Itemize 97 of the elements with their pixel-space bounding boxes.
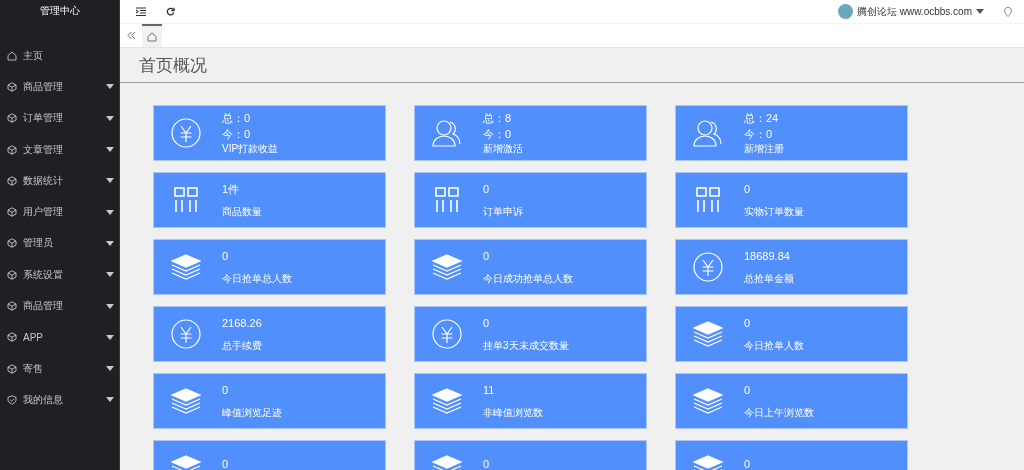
stat-value: 今：0 — [222, 127, 252, 142]
stat-label: 今日抢单人数 — [744, 339, 804, 353]
caret-icon — [106, 397, 114, 403]
yen-icon — [171, 319, 201, 349]
cube-icon — [7, 332, 17, 343]
stat-value: 0 — [744, 316, 752, 331]
stat-label: VIP打款收益 — [222, 142, 279, 156]
caret-icon — [106, 147, 114, 153]
shield-check-icon — [7, 394, 17, 405]
stat-value: 0 — [222, 383, 230, 398]
stat-value: 总：24 — [744, 111, 780, 126]
stat-label: 今日上午浏览数 — [744, 406, 814, 420]
grid-icon — [173, 187, 199, 213]
layers-icon — [693, 321, 723, 347]
stat-label: 新增注册 — [744, 142, 784, 156]
home-tab[interactable] — [142, 24, 162, 47]
stat-label: 挂单3天未成交数量 — [483, 339, 569, 353]
stat-label: 峰值浏览足迹 — [222, 406, 282, 420]
stat-value: 0 — [483, 316, 491, 331]
double-chevron-left-icon[interactable] — [126, 31, 136, 40]
home-icon — [7, 50, 17, 61]
stat-value: 0 — [744, 182, 752, 197]
stat-value: 1件 — [222, 182, 241, 197]
sidebar-item[interactable]: 我的信息 — [0, 384, 119, 416]
caret-icon — [106, 272, 114, 278]
cube-icon — [7, 363, 17, 374]
sidebar-item[interactable]: 用户管理 — [0, 196, 119, 228]
caret-icon — [106, 84, 114, 90]
stat-value: 0 — [744, 383, 752, 398]
cube-icon — [7, 81, 17, 92]
pin-icon[interactable] — [1004, 6, 1012, 17]
sidebar-item[interactable]: 商品管理 — [0, 290, 119, 322]
sidebar-title: 管理中心 — [38, 4, 81, 18]
stat-value: 0 — [222, 249, 230, 264]
layers-icon — [432, 254, 462, 280]
caret-icon — [106, 209, 114, 215]
stat-label: 订单申诉 — [483, 205, 523, 219]
sidebar-item[interactable]: 商品管理 — [0, 71, 119, 103]
layers-icon — [432, 388, 462, 414]
stat-value: 0 — [483, 249, 491, 264]
grid-icon — [434, 187, 460, 213]
stat-value: 0 — [483, 457, 490, 470]
users-icon — [693, 119, 723, 147]
cube-icon — [7, 207, 17, 218]
cube-icon — [7, 269, 17, 280]
avatar-icon[interactable] — [837, 4, 853, 19]
caret-icon — [976, 9, 984, 14]
stat-value: 总：8 — [483, 111, 513, 126]
stat-label: 商品数量 — [222, 205, 262, 219]
sidebar-item[interactable]: APP — [0, 321, 119, 353]
stat-label: 总抢单金额 — [744, 272, 794, 286]
sidebar-item[interactable]: 订单管理 — [0, 102, 119, 134]
yen-icon — [432, 319, 462, 349]
caret-icon — [106, 240, 114, 246]
page-title: 首页概况 — [120, 48, 1024, 83]
stat-label: 实物订单数量 — [744, 205, 804, 219]
caret-icon — [106, 334, 114, 340]
stat-value: 总：0 — [222, 111, 252, 126]
sidebar-item[interactable]: 系统设置 — [0, 259, 119, 291]
sidebar-item[interactable]: 管理员 — [0, 227, 119, 260]
sidebar-item[interactable]: 文章管理 — [0, 133, 119, 166]
cube-icon — [7, 238, 17, 249]
layers-icon — [693, 388, 723, 414]
menu-fold-icon[interactable] — [136, 7, 146, 16]
caret-icon — [106, 303, 114, 309]
sidebar-item[interactable]: 数据统计 — [0, 165, 119, 197]
layers-icon — [171, 388, 201, 414]
stat-value: 今：0 — [483, 127, 513, 142]
stat-value: 0 — [222, 457, 229, 470]
home-icon — [147, 31, 157, 42]
stat-value: 18689.84 — [744, 249, 791, 264]
grid-icon — [695, 187, 721, 213]
stat-label: 非峰值浏览数 — [483, 406, 543, 420]
sidebar-item[interactable]: 寄售 — [0, 352, 119, 385]
stat-label: 今日成功抢单总人数 — [483, 272, 573, 286]
cube-icon — [7, 301, 17, 311]
caret-icon — [106, 115, 114, 121]
stat-value: 11 — [483, 383, 496, 398]
caret-icon — [106, 178, 114, 184]
refresh-icon[interactable] — [166, 7, 175, 16]
caret-icon — [106, 366, 114, 372]
stat-label: 新增激活 — [483, 142, 523, 156]
yen-icon — [693, 252, 723, 282]
stat-value: 2168.26 — [222, 316, 262, 331]
cube-icon — [7, 144, 17, 155]
stat-label: 总手续费 — [222, 339, 262, 353]
stat-value: 0 — [483, 182, 491, 197]
layers-icon — [171, 254, 201, 280]
stat-label: 今日抢单总人数 — [222, 272, 292, 286]
stat-value: 今：0 — [744, 127, 774, 142]
users-icon — [432, 119, 462, 147]
cube-icon — [7, 175, 17, 186]
yen-icon — [171, 118, 201, 148]
sidebar-item[interactable]: 主页 — [0, 40, 119, 72]
user-name[interactable]: 腾创论坛 www.ocbbs.com — [856, 4, 972, 19]
cube-icon — [7, 113, 17, 124]
stat-value: 0 — [744, 457, 751, 470]
